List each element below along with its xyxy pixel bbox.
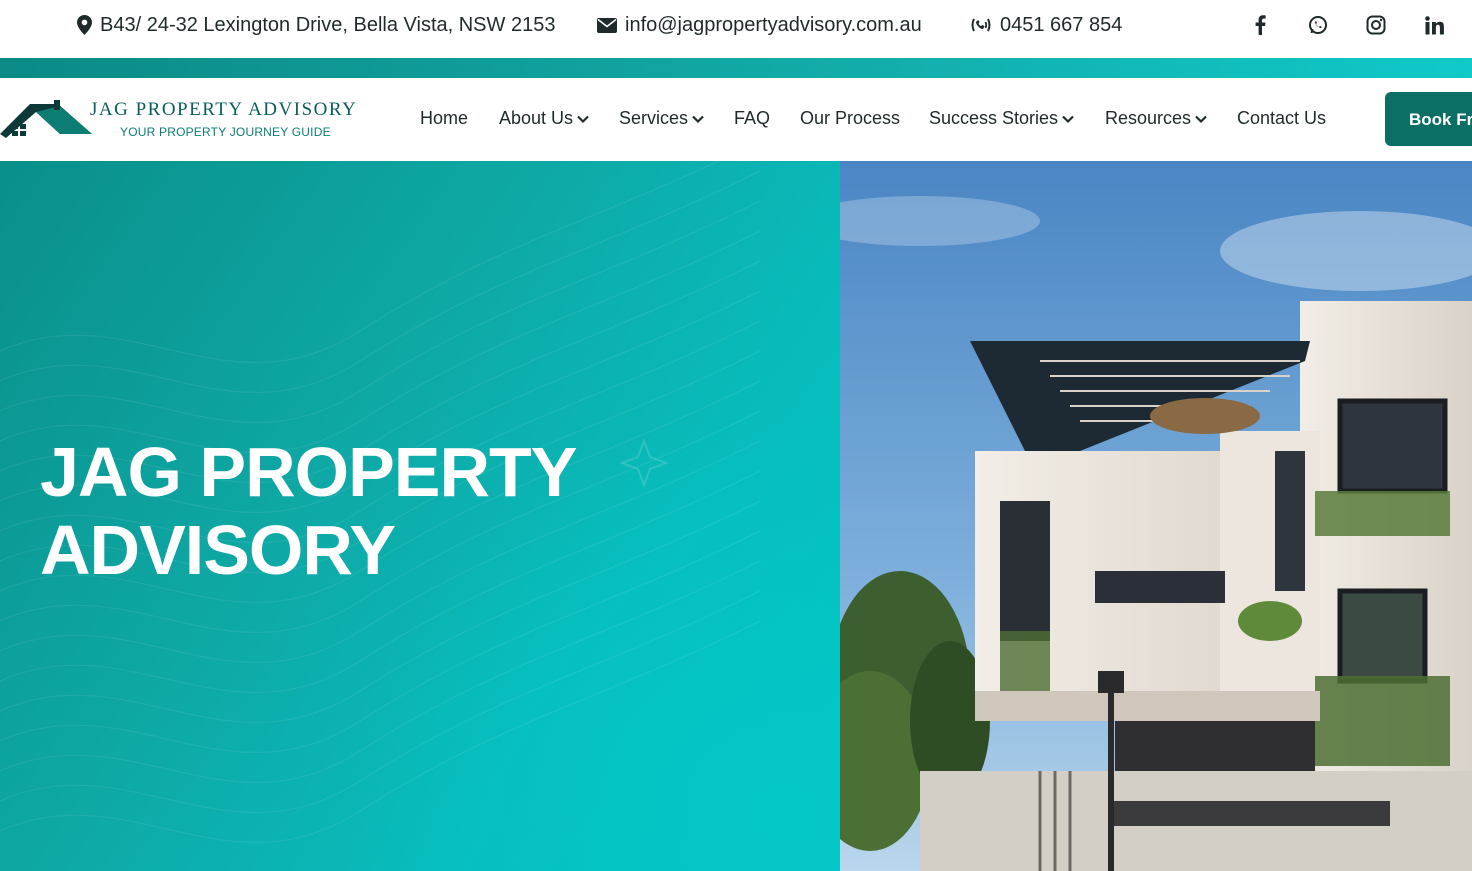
instagram-link[interactable] xyxy=(1364,13,1388,37)
nav-home[interactable]: Home xyxy=(420,108,468,129)
address-text: B43/ 24-32 Lexington Drive, Bella Vista,… xyxy=(100,13,556,36)
email-text: info@jagpropertyadvisory.com.au xyxy=(625,13,922,36)
hero-title-line1: JAG PROPERTY xyxy=(40,433,577,511)
phone-link[interactable]: 0451 667 854 xyxy=(970,12,1122,38)
linkedin-link[interactable] xyxy=(1422,13,1446,37)
chevron-down-icon xyxy=(692,115,704,123)
nav-resources[interactable]: Resources xyxy=(1105,108,1208,129)
hero-text-panel: JAG PROPERTY ADVISORY xyxy=(0,161,840,871)
address-info: B43/ 24-32 Lexington Drive, Bella Vista,… xyxy=(77,12,555,38)
nav-faq[interactable]: FAQ xyxy=(734,108,770,129)
map-pin-icon xyxy=(77,15,92,35)
nav-our-process[interactable]: Our Process xyxy=(800,108,900,129)
main-header: JAG PROPERTY ADVISORY YOUR PROPERTY JOUR… xyxy=(0,78,1472,161)
phone-text: 0451 667 854 xyxy=(1000,13,1123,36)
whatsapp-icon xyxy=(1309,16,1327,34)
nav-label: Success Stories xyxy=(929,108,1059,128)
chevron-down-icon xyxy=(577,115,589,123)
facebook-link[interactable] xyxy=(1248,13,1272,37)
nav-label: Services xyxy=(619,108,689,128)
nav-success-stories[interactable]: Success Stories xyxy=(929,108,1075,129)
chevron-down-icon xyxy=(1195,115,1207,123)
nav-contact-us[interactable]: Contact Us xyxy=(1237,108,1326,129)
nav-label: Resources xyxy=(1105,108,1192,128)
teal-divider-stripe xyxy=(0,58,1472,78)
modern-house-illustration xyxy=(840,161,1472,871)
main-nav: Home About Us Services FAQ Our Process S… xyxy=(0,78,1472,161)
nav-services[interactable]: Services xyxy=(619,108,705,129)
hero-title-line2: ADVISORY xyxy=(40,511,396,589)
chevron-down-icon xyxy=(1062,115,1074,123)
hero-house-image xyxy=(840,161,1472,871)
hero-title: JAG PROPERTY ADVISORY xyxy=(40,433,577,589)
whatsapp-link[interactable] xyxy=(1306,13,1330,37)
nav-label: Home xyxy=(420,108,469,128)
instagram-icon xyxy=(1366,15,1386,35)
linkedin-icon xyxy=(1424,15,1444,34)
email-link[interactable]: info@jagpropertyadvisory.com.au xyxy=(597,12,922,38)
nav-label: Contact Us xyxy=(1237,108,1327,128)
envelope-icon xyxy=(597,17,617,33)
top-contact-bar: B43/ 24-32 Lexington Drive, Bella Vista,… xyxy=(0,0,1472,58)
phone-icon xyxy=(971,18,991,32)
book-consultation-button[interactable]: Book Fre xyxy=(1385,92,1472,146)
nav-label: About Us xyxy=(499,108,574,128)
nav-about-us[interactable]: About Us xyxy=(499,108,590,129)
nav-label: FAQ xyxy=(734,108,771,128)
facebook-icon xyxy=(1255,15,1266,35)
nav-label: Our Process xyxy=(800,108,901,128)
hero-section: JAG PROPERTY ADVISORY xyxy=(0,161,1472,871)
